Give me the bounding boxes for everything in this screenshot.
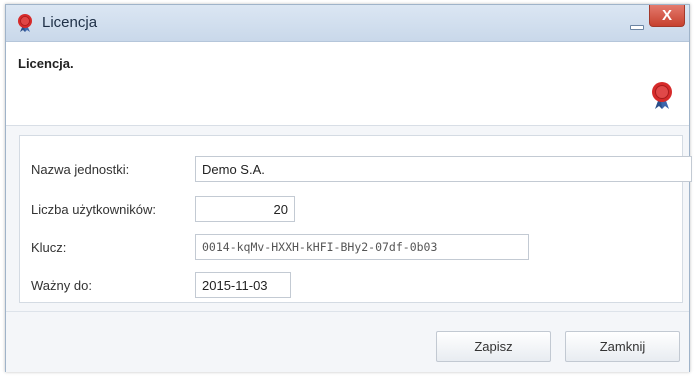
save-button[interactable]: Zapisz — [436, 331, 551, 362]
wax-seal-icon — [18, 14, 32, 32]
unit-name-label: Nazwa jednostki: — [31, 162, 130, 177]
close-icon: X — [661, 7, 672, 24]
field-unit-name: Nazwa jednostki: Demo S.A. — [20, 156, 692, 184]
window-title: Licencja — [42, 14, 98, 31]
close-window-button[interactable]: X — [649, 5, 685, 27]
wax-seal-icon — [652, 82, 672, 109]
close-button[interactable]: Zamknij — [565, 331, 680, 362]
field-license-key: Klucz: 0014-kqMv-HXXH-kHFI-BHy2-07df-0b0… — [20, 234, 684, 262]
license-dialog: Licencja X Licencja. Nazwa jednostki: De… — [5, 4, 692, 372]
dialog-header: Licencja. — [6, 42, 689, 126]
license-key-label: Klucz: — [31, 240, 67, 255]
user-count-label: Liczba użytkowników: — [31, 202, 156, 217]
header-title: Licencja. — [18, 56, 74, 71]
minimize-button[interactable] — [625, 14, 647, 32]
unit-name-input[interactable]: Demo S.A. — [195, 156, 692, 182]
field-user-count: Liczba użytkowników: 20 — [20, 196, 684, 224]
license-key-input[interactable]: 0014-kqMv-HXXH-kHFI-BHy2-07df-0b03 — [195, 234, 529, 260]
dialog-footer: Zapisz Zamknij — [6, 311, 689, 372]
title-bar[interactable]: Licencja X — [6, 5, 689, 42]
valid-until-label: Ważny do: — [31, 278, 92, 293]
valid-until-input[interactable]: 2015-11-03 — [195, 272, 291, 298]
field-valid-until: Ważny do: 2015-11-03 — [20, 272, 684, 300]
license-form: Nazwa jednostki: Demo S.A. Liczba użytko… — [19, 135, 692, 303]
user-count-input[interactable]: 20 — [195, 196, 295, 222]
